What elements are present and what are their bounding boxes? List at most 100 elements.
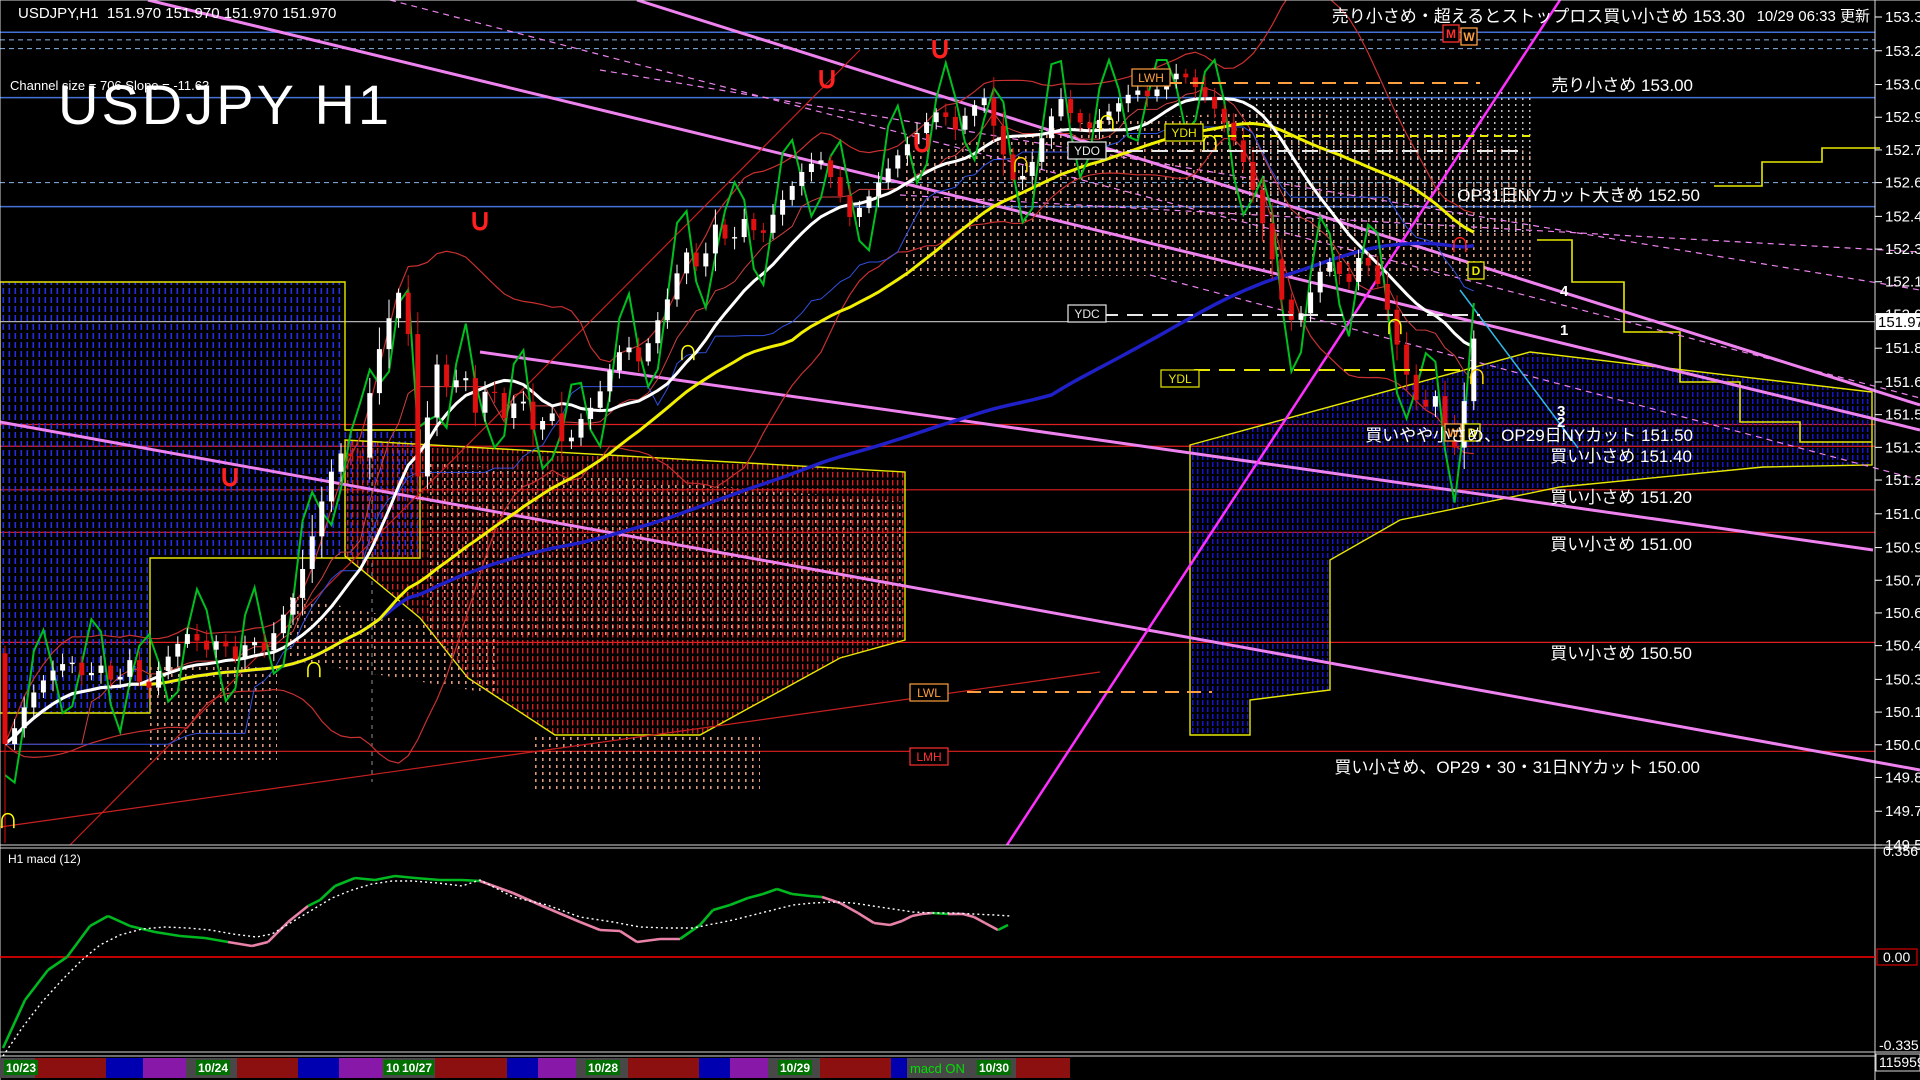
- top-signal-icon: ∩: [1096, 104, 1118, 137]
- macd-line: [997, 923, 1009, 932]
- macd-line: [889, 919, 903, 927]
- order-annotation: 買い小さめ、OP29・30・31日NYカット 150.00: [1334, 758, 1700, 777]
- date-chip: 10/24: [198, 1061, 228, 1075]
- order-annotation: OP31日NYカット大きめ 152.50: [1457, 186, 1700, 205]
- date-chip: 10/27: [402, 1061, 432, 1075]
- price-tick-label: 150.180: [1885, 704, 1920, 721]
- bottom-signal-icon: ∪: [219, 460, 241, 493]
- session-segment: [628, 1058, 699, 1078]
- macd-line: [619, 929, 638, 944]
- macd-line: [747, 892, 764, 900]
- macd-line: [65, 925, 92, 958]
- macd-line: [374, 874, 396, 882]
- macd-on-label[interactable]: macd ON: [910, 1061, 965, 1076]
- price-tick-label: 149.880: [1885, 769, 1920, 786]
- bottom-signal-icon: ∪: [929, 32, 951, 65]
- macd-line: [227, 940, 253, 948]
- macd-line: [873, 921, 891, 927]
- macd-line: [414, 876, 441, 882]
- macd-line: [931, 911, 949, 916]
- price-chart-canvas[interactable]: LWHYDHYDOYDCYDLLWLLMHM WDW D4132∩∪∩∪∩∪∪∪∩∩…: [0, 0, 1920, 1080]
- ichimoku-cloud: [530, 735, 760, 792]
- macd-line: [579, 920, 601, 932]
- price-tick-label: 151.695: [1885, 374, 1920, 391]
- session-segment: [143, 1058, 186, 1078]
- price-tick-label: 150.785: [1885, 572, 1920, 589]
- macd-line: [154, 930, 181, 938]
- date-chip: 10/23: [6, 1061, 36, 1075]
- update-timestamp: 10/29 06:33 更新: [1756, 8, 1870, 25]
- session-segment: [820, 1058, 891, 1078]
- price-tick-label: 152.910: [1885, 109, 1920, 126]
- date-chip: 10/30: [979, 1061, 1009, 1075]
- macd-line: [857, 911, 875, 925]
- session-segment: [339, 1058, 382, 1078]
- count-number: 1: [1560, 322, 1568, 339]
- macd-line: [809, 894, 823, 899]
- macd-line: [599, 928, 621, 933]
- macd-line: [546, 906, 581, 924]
- macd-line: [287, 904, 309, 924]
- session-segment: [699, 1058, 730, 1078]
- macd-line: [251, 940, 269, 948]
- top-signal-icon: ∩: [1449, 226, 1471, 259]
- price-tick-label: 151.545: [1885, 407, 1920, 424]
- bottom-signal-icon: ∪: [469, 204, 491, 237]
- session-segment: [538, 1058, 576, 1078]
- session-segment: [106, 1058, 143, 1078]
- top-signal-icon: ∩: [1010, 146, 1032, 179]
- price-tick-label: 150.935: [1885, 540, 1920, 557]
- top-signal-icon: ∩: [0, 802, 19, 835]
- ichimoku-cloud: [1245, 90, 1532, 232]
- session-segment: [891, 1058, 907, 1078]
- macd-line: [307, 898, 321, 908]
- price-tick-label: 152.760: [1885, 142, 1920, 159]
- level-label-lwl: LWL: [917, 686, 941, 700]
- bottom-signal-icon: ∪: [816, 62, 838, 95]
- price-tick-label: 152.155: [1885, 274, 1920, 291]
- macd-line: [107, 914, 131, 928]
- pattern-letter: W: [1463, 30, 1475, 44]
- price-tick-label: 151.395: [1885, 439, 1920, 456]
- pattern-letter: M: [1446, 27, 1456, 41]
- price-tick-label: 152.610: [1885, 175, 1920, 192]
- order-annotation: 買い小さめ 151.20: [1550, 488, 1692, 507]
- price-tick-label: 152.455: [1885, 208, 1920, 225]
- macd-line: [791, 892, 811, 898]
- macd-tick-bottom: -0.335: [1879, 1037, 1919, 1053]
- price-tick-label: 149.725: [1885, 803, 1920, 820]
- price-tick-label: 150.635: [1885, 605, 1920, 622]
- order-annotation: 買いやや小さめ、OP29日NYカット 151.50: [1365, 426, 1693, 445]
- count-number: 4: [1560, 283, 1569, 300]
- mt4-chart-window: LWH YDH YDO YDC YDL LWL LMH M W D W D 4 1 3 2 ∩ ∪ ∩ ∪ ∩ ∪ ∪ ∪ ∩ ∩…: [0, 0, 1920, 1080]
- order-annotation: 買い小さめ 151.40: [1550, 447, 1692, 466]
- kumo-step-border: [1714, 147, 1880, 187]
- order-annotation: 買い小さめ 150.50: [1550, 644, 1692, 663]
- session-segment: [298, 1058, 339, 1078]
- macd-line: [394, 874, 416, 880]
- macd-indicator-label: H1 macd (12): [8, 852, 81, 866]
- macd-line: [776, 887, 793, 896]
- session-segment: [730, 1058, 768, 1078]
- top-signal-icon: ∩: [1466, 358, 1488, 391]
- level-label-lmh: LMH: [916, 750, 941, 764]
- session-segment: [1016, 1058, 1070, 1078]
- macd-line: [839, 901, 859, 915]
- level-label-ydc: YDC: [1074, 307, 1100, 321]
- ichimoku-cloud: [147, 663, 277, 760]
- macd-line: [47, 955, 68, 972]
- macd-tick-zero: 0.00: [1883, 949, 1910, 965]
- level-label-ydo: YDO: [1074, 144, 1100, 158]
- price-tick-label: 153.060: [1885, 77, 1920, 94]
- macd-signal-line: [2, 879, 1011, 1057]
- top-signal-icon: ∩: [1384, 308, 1406, 341]
- macd-line: [354, 876, 376, 882]
- macd-line: [461, 878, 481, 883]
- macd-line: [729, 896, 749, 907]
- price-tick-label: 153.370: [1885, 9, 1920, 26]
- macd-line: [89, 914, 109, 928]
- order-annotation: 売り小さめ・超えるとストップロス買い小さめ 153.30: [1332, 7, 1745, 26]
- corner-value: 115959: [1879, 1054, 1920, 1070]
- macd-line: [699, 909, 714, 926]
- price-tick-label: 151.090: [1885, 506, 1920, 523]
